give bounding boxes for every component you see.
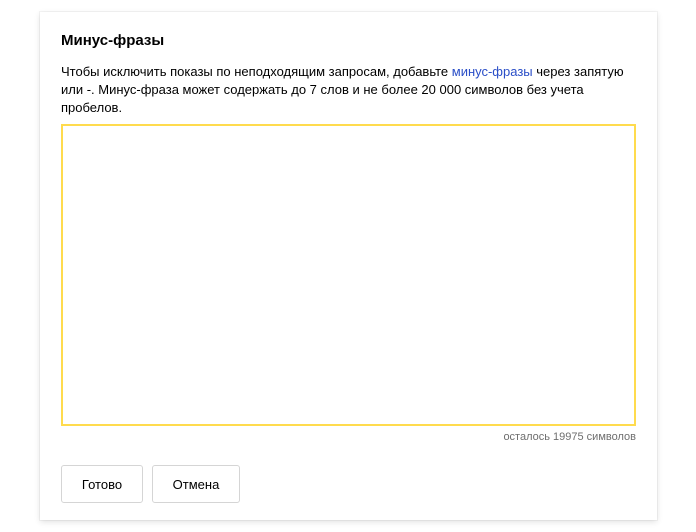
description-text-before-link: Чтобы исключить показы по неподходящим з… [61,64,452,79]
remaining-characters-counter: осталось 19975 символов [503,431,636,443]
dialog-title: Минус-фразы [61,32,165,49]
cancel-button[interactable]: Отмена [152,465,240,503]
done-button[interactable]: Готово [61,465,143,503]
minus-phrases-help-link[interactable]: минус-фразы [452,64,533,79]
minus-phrases-dialog: Минус-фразы Чтобы исключить показы по не… [40,12,657,520]
dialog-description: Чтобы исключить показы по неподходящим з… [61,63,641,117]
minus-phrases-textarea[interactable] [61,124,636,426]
